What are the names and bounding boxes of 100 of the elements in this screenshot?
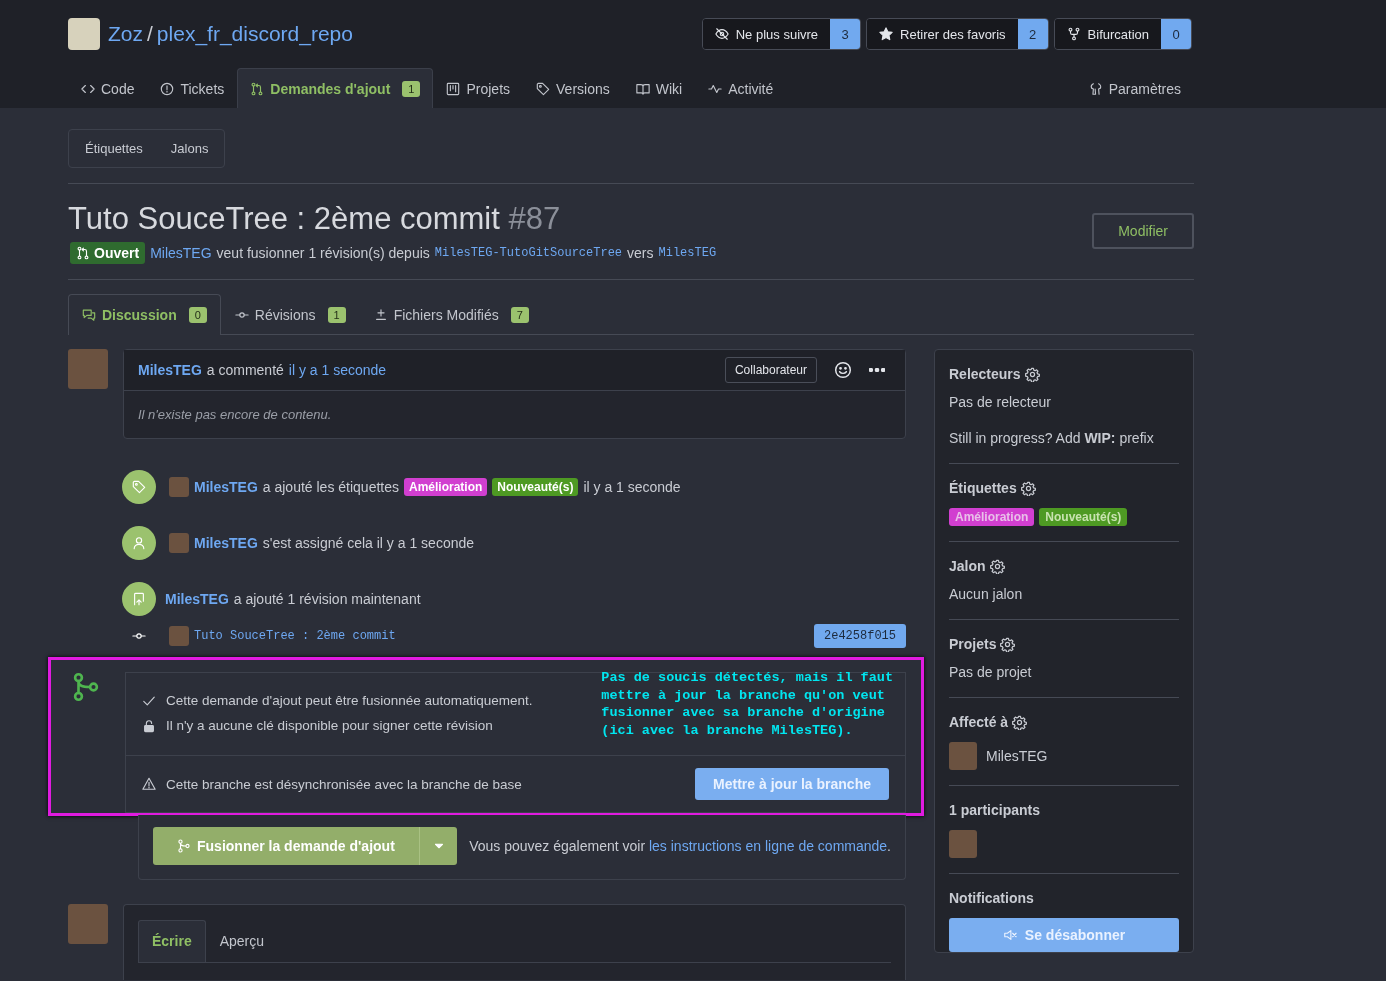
avatar bbox=[169, 477, 189, 497]
author-link[interactable]: MilesTEG bbox=[194, 535, 258, 551]
nav-tab[interactable]: Code bbox=[68, 68, 148, 108]
check-text: Cette demande d'ajout peut être fusionnée automatiquement. bbox=[166, 693, 533, 708]
count-link[interactable]: 2 bbox=[1017, 19, 1048, 49]
comment-body-text: Il n'existe pas encore de contenu. bbox=[137, 406, 333, 424]
settings-icon bbox=[1020, 480, 1036, 496]
event-time: il y a 1 seconde bbox=[583, 479, 681, 495]
comment-action: a commenté bbox=[206, 362, 284, 378]
smiley-icon bbox=[834, 361, 852, 379]
section-text: Aucun jalon bbox=[949, 586, 1024, 602]
repo-push-icon bbox=[132, 592, 146, 606]
section-text: Pas de relecteur bbox=[949, 394, 1052, 410]
check-text: Il n'y a aucune clé disponible pour signer cette révision bbox=[166, 718, 493, 733]
pr-tab[interactable]: Révisions 1 bbox=[220, 294, 360, 335]
eye-slash-icon bbox=[714, 27, 729, 41]
branch-link[interactable]: MilesTEG bbox=[658, 246, 717, 260]
nav-tab[interactable]: Versions bbox=[523, 68, 623, 108]
status-badge: Ouvert bbox=[70, 242, 146, 264]
nav-tab[interactable]: Tickets bbox=[147, 68, 238, 108]
count-link[interactable]: 0 bbox=[1161, 19, 1191, 49]
label-tag: Amélioration bbox=[949, 508, 1035, 526]
merge-dropdown-button[interactable] bbox=[418, 827, 458, 865]
repo-avatar bbox=[68, 18, 100, 50]
time-link[interactable]: il y a 1 seconde bbox=[288, 362, 387, 378]
branch-merge-icon bbox=[71, 672, 101, 702]
tag-icon bbox=[536, 81, 551, 96]
settings-icon bbox=[1000, 636, 1016, 652]
repo-name-link[interactable]: plex_fr_discord_repo bbox=[156, 22, 353, 46]
meta-text: veut fusionner 1 révision(s) depuis bbox=[216, 245, 430, 261]
book-icon bbox=[635, 81, 650, 96]
section-text: Pas de projet bbox=[949, 664, 1033, 680]
nav-tab[interactable]: Demandes d'ajout 1 bbox=[237, 68, 434, 108]
avatar bbox=[949, 742, 977, 770]
pr-number: #87 bbox=[508, 201, 561, 236]
author-link[interactable]: MilesTEG bbox=[165, 591, 229, 607]
circle-exclamation-icon bbox=[160, 81, 175, 96]
board-icon bbox=[446, 81, 461, 96]
settings-tab[interactable]: Paramètres bbox=[1075, 68, 1194, 108]
assignee-link[interactable]: MilesTEG bbox=[986, 748, 1048, 764]
unlocked-padlock-icon bbox=[142, 718, 156, 733]
muted-speaker-icon bbox=[1002, 928, 1017, 942]
role-badge: Collaborateur bbox=[724, 357, 817, 383]
pr-tab[interactable]: Discussion 0 bbox=[68, 294, 221, 335]
avatar bbox=[169, 626, 189, 646]
nav-tab[interactable]: Wiki bbox=[622, 68, 696, 108]
commit-sha-button[interactable]: 2e4258f015 bbox=[814, 624, 906, 648]
label-tag: Amélioration bbox=[404, 478, 488, 496]
nav-tab[interactable]: Activité bbox=[695, 68, 787, 108]
fork-button[interactable]: Bifurcation bbox=[1054, 19, 1161, 49]
warning-icon bbox=[142, 777, 156, 791]
editor-tab[interactable]: Écrire bbox=[138, 920, 206, 962]
branch-link[interactable]: MilesTEG-TutoGitSourceTree bbox=[434, 246, 623, 260]
warning-text: Cette branche est désynchronisée avec la branche de base bbox=[166, 776, 522, 792]
annotation-text: Pas de soucis détectés, mais il faut mettre à jour la branche qu'on veut fusionner avec sa branche d'origine (ici avec la branche MilesTEG). bbox=[601, 669, 893, 739]
section-title: Projets bbox=[949, 636, 997, 652]
person-icon bbox=[132, 536, 146, 550]
section-title: Affecté à bbox=[949, 714, 1009, 730]
edit-button[interactable]: Modifier bbox=[1092, 213, 1194, 249]
count-badge: 1 bbox=[327, 307, 346, 323]
path-separator: / bbox=[147, 22, 153, 46]
label-tag: Nouveauté(s) bbox=[492, 478, 579, 496]
count-badge: 0 bbox=[188, 307, 207, 323]
nav-tab[interactable]: Projets bbox=[433, 68, 524, 108]
section-title: Notifications bbox=[949, 890, 1034, 906]
author-link[interactable]: MilesTEG bbox=[138, 362, 202, 378]
section-title: 1 participants bbox=[949, 802, 1041, 818]
sub-tab[interactable]: Jalons bbox=[156, 130, 223, 167]
editor-tab[interactable]: Aperçu bbox=[205, 920, 279, 962]
check-icon bbox=[142, 693, 156, 708]
author-link[interactable]: MilesTEG bbox=[194, 479, 258, 495]
author-link[interactable]: MilesTEG bbox=[150, 245, 212, 261]
avatar bbox=[68, 349, 108, 389]
watch-button[interactable]: Ne plus suivre bbox=[702, 19, 831, 49]
plus-minus-icon bbox=[373, 308, 388, 322]
section-text: Still in progress? Add WIP: prefix bbox=[949, 430, 1155, 446]
tag-icon bbox=[132, 480, 146, 494]
label-tag: Nouveauté(s) bbox=[1039, 508, 1128, 526]
commit-message-link[interactable]: Tuto SouceTree : 2ème commit bbox=[194, 629, 396, 643]
section-title: Relecteurs bbox=[949, 366, 1021, 382]
pull-request-icon bbox=[76, 246, 90, 260]
settings-icon bbox=[1024, 366, 1040, 382]
sub-tab[interactable]: Étiquettes bbox=[71, 130, 157, 167]
count-badge: 7 bbox=[510, 307, 529, 323]
event-text: a ajouté 1 révision maintenant bbox=[233, 591, 421, 607]
star-button[interactable]: Retirer des favoris bbox=[867, 19, 1018, 49]
more-icon bbox=[869, 368, 885, 372]
settings-icon bbox=[1012, 714, 1028, 730]
wrench-icon bbox=[1088, 81, 1103, 96]
avatar bbox=[949, 830, 977, 858]
settings-icon bbox=[989, 558, 1005, 574]
pr-title: Tuto SouceTree : 2ème commit #87 bbox=[68, 201, 562, 237]
star-icon bbox=[879, 27, 894, 41]
meta-text: vers bbox=[627, 245, 654, 261]
instructions-link[interactable]: les instructions en ligne de commande bbox=[648, 838, 888, 854]
fork-icon bbox=[1066, 27, 1081, 41]
pr-tab[interactable]: Fichiers Modifiés 7 bbox=[359, 294, 543, 335]
event-text: s'est assigné cela il y a 1 seconde bbox=[262, 535, 475, 551]
owner-link[interactable]: Zoz bbox=[108, 22, 143, 46]
count-link[interactable]: 3 bbox=[830, 19, 861, 49]
